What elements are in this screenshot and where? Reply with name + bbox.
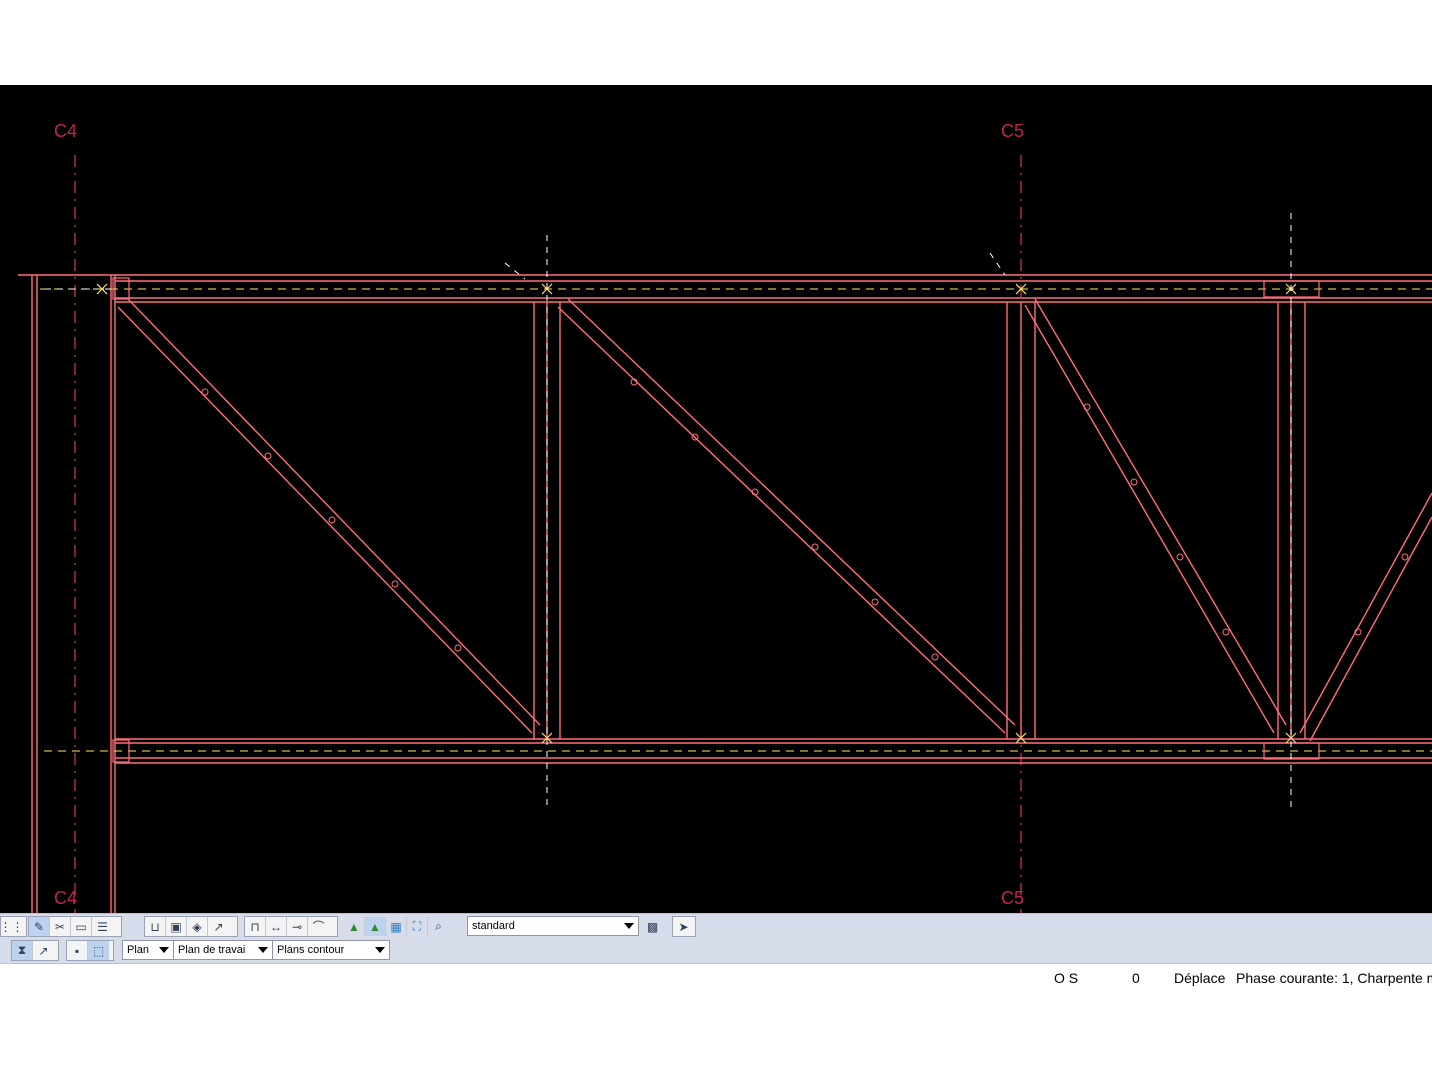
style-select-value: standard — [472, 920, 515, 932]
toolbar-group-pointer: ➤ — [672, 916, 696, 937]
status-phase: Phase courante: 1, Charpente m — [1236, 970, 1432, 986]
grid-axes — [74, 155, 1022, 913]
chevron-down-icon — [258, 947, 268, 953]
truss-drawing[interactable] — [0, 85, 1432, 913]
zoom-extents-icon[interactable]: ⛶ — [407, 917, 428, 936]
bolt-markers — [201, 378, 1409, 661]
rotate-icon[interactable]: ↗ — [208, 917, 229, 936]
grid-label-c4-bottom: C4 — [54, 888, 78, 908]
view-frame-icon[interactable]: ⬚ — [88, 941, 109, 960]
hourglass-icon[interactable]: ⧗ — [12, 941, 33, 960]
grid-dots-icon[interactable]: ⋮⋮ — [0, 917, 24, 936]
view-single-icon[interactable]: ▪ — [67, 941, 88, 960]
node-marks — [96, 283, 1297, 744]
end-plates[interactable] — [112, 277, 1320, 763]
status-bar: O S 0 Déplace Phase courante: 1, Charpen… — [0, 964, 1432, 992]
toolbar-row-1: ⋮⋮ ✎ ✂ ▭ ☰ ⊔ ▣ ◈ ↗ ⊓ ↔ ⊸ ⌒ ▲ ▲ ▦ ⛶ ⌕ sta… — [0, 913, 1432, 939]
status-action: Déplace — [1174, 970, 1226, 986]
top-blank-area — [0, 0, 1432, 85]
chevron-down-icon — [624, 923, 634, 929]
toolbar-group-profiles: ⊔ ▣ ◈ ↗ — [144, 916, 238, 937]
contour-select-value: Plans contour — [277, 944, 345, 956]
grid-label-c4-top: C4 — [54, 121, 78, 141]
vertical-members[interactable] — [533, 302, 1306, 739]
green-tool-2-icon[interactable]: ▲ — [365, 917, 386, 936]
chevron-down-icon — [375, 947, 385, 953]
toolbar-group-members: ⊓ ↔ ⊸ ⌒ — [244, 916, 338, 937]
zoom-icon[interactable]: ⌕ — [428, 917, 449, 936]
toolbar-group-state: ⧗ ↗ — [11, 940, 59, 961]
profile-u-icon[interactable]: ⊔ — [145, 917, 166, 936]
cut-icon[interactable]: ✂ — [50, 917, 71, 936]
status-os: O S — [1054, 970, 1079, 986]
section-icon[interactable]: ☰ — [92, 917, 113, 936]
pattern-icon[interactable]: ▩ — [642, 917, 663, 936]
chevron-down-icon — [159, 947, 169, 953]
plan-select[interactable]: Plan — [122, 940, 174, 960]
toolbar-row-2: ⧗ ↗ ▪ ⬚ Plan Plan de travai Plans contou… — [0, 938, 1432, 964]
toolbar-group-view: ▲ ▲ ▦ ⛶ ⌕ — [344, 916, 462, 937]
grid-label-c5-bottom: C5 — [1001, 888, 1025, 908]
arrow-icon[interactable]: ↗ — [33, 941, 54, 960]
bottom-blank-area — [0, 992, 1432, 1074]
cad-drawing-viewport[interactable]: C4 C5 C4 C5 — [0, 85, 1432, 913]
toolbar-group-pattern: ▩ — [642, 916, 664, 937]
left-column[interactable] — [18, 274, 116, 913]
plan-select-value: Plan — [127, 944, 150, 956]
work-plane-select[interactable]: Plan de travai — [173, 940, 273, 960]
toolbar-group-edit: ✎ ✂ ▭ ☰ — [28, 916, 122, 937]
work-plane-select-value: Plan de travai — [178, 944, 246, 956]
toolbar-group-views: ▪ ⬚ — [66, 940, 114, 961]
pointer-icon[interactable]: ➤ — [673, 917, 694, 936]
diagonal-members[interactable] — [117, 298, 1432, 742]
grid-label-c5-top: C5 — [1001, 121, 1025, 141]
measure-icon[interactable]: ✎ — [29, 917, 50, 936]
window-icon[interactable]: ▭ — [71, 917, 92, 936]
arch-icon[interactable]: ⌒ — [308, 917, 329, 936]
select-box-icon[interactable]: ▦ — [386, 917, 407, 936]
connection-icon[interactable]: ⊸ — [287, 917, 308, 936]
frame-icon[interactable]: ⊓ — [245, 917, 266, 936]
status-count: 0 — [1132, 970, 1140, 986]
toolbar-group-grid: ⋮⋮ — [0, 916, 27, 937]
green-tool-icon[interactable]: ▲ — [344, 917, 365, 936]
layers-icon[interactable]: ◈ — [187, 917, 208, 936]
style-select[interactable]: standard — [467, 916, 639, 936]
profile-box-icon[interactable]: ▣ — [166, 917, 187, 936]
beam-icon[interactable]: ↔ — [266, 917, 287, 936]
construction-guides — [45, 213, 1292, 813]
contour-select[interactable]: Plans contour — [272, 940, 390, 960]
